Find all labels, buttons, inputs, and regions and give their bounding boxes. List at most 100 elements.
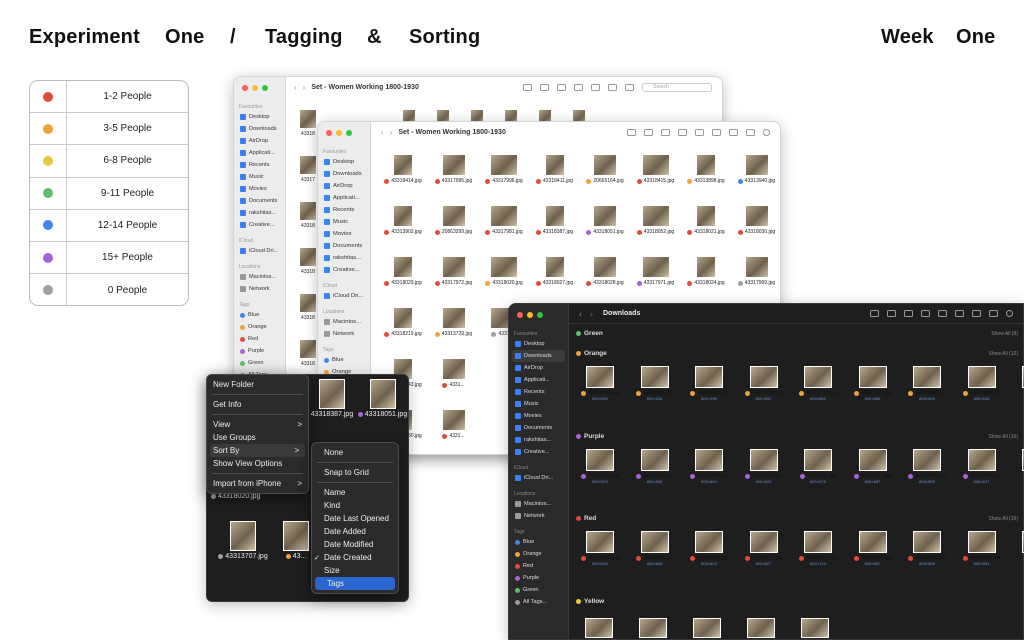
sidebar-item[interactable]: rakshitas... bbox=[509, 434, 568, 446]
sidebar-item[interactable]: AirDrop bbox=[318, 180, 370, 192]
file-item[interactable]: 20665164.jpg bbox=[580, 154, 630, 184]
sort-by-submenu[interactable]: None Snap to Grid Name Kind Date Last Opened… bbox=[311, 442, 399, 594]
sidebar-item[interactable]: Applicati... bbox=[509, 374, 568, 386]
icon-view-icon[interactable] bbox=[523, 83, 532, 91]
sidebar-item[interactable]: Documents bbox=[234, 195, 285, 207]
sidebar-tag-item[interactable]: Orange bbox=[509, 548, 568, 560]
minimize-icon[interactable] bbox=[527, 312, 533, 318]
sidebar-item[interactable]: iCloud Dri... bbox=[509, 472, 568, 484]
file-item[interactable]: 43317971.jpg bbox=[631, 256, 681, 286]
file-item[interactable]: 43318052.jpg bbox=[631, 205, 681, 235]
file-item[interactable]: 4331... bbox=[429, 358, 479, 388]
share-icon[interactable] bbox=[608, 83, 617, 91]
file-item[interactable]: 43313668.jpg 800×990 bbox=[682, 366, 736, 401]
sidebar-item[interactable]: Applicati... bbox=[234, 147, 285, 159]
close-icon[interactable] bbox=[242, 85, 248, 91]
traffic-lights[interactable] bbox=[326, 130, 352, 136]
context-menu[interactable]: New Folder Get Info View > Use Groups Sort By… bbox=[206, 374, 309, 494]
file-item[interactable]: 20665277.jpg 800×570 bbox=[573, 449, 627, 484]
sidebar-item[interactable]: Downloads bbox=[234, 123, 285, 135]
submenu-item[interactable]: Date Last Opened bbox=[312, 512, 398, 525]
submenu-item[interactable]: Kind bbox=[312, 499, 398, 512]
minimize-icon[interactable] bbox=[336, 130, 342, 136]
list-view-icon[interactable] bbox=[887, 310, 896, 317]
sidebar-item[interactable]: Recents bbox=[318, 204, 370, 216]
sidebar-tag-item[interactable]: Red bbox=[234, 333, 285, 345]
column-view-icon[interactable] bbox=[661, 128, 670, 136]
file-item[interactable]: 20863299.jpg bbox=[429, 205, 479, 235]
sidebar-item[interactable]: Creative... bbox=[234, 219, 285, 231]
file-item[interactable]: 43318051.jpg bbox=[580, 205, 630, 235]
zoom-icon[interactable] bbox=[262, 85, 268, 91]
file-item[interactable]: 43317981.jpg 800×951 bbox=[955, 531, 1009, 566]
file-item[interactable]: 43313906.jpg 800×637 bbox=[955, 449, 1009, 484]
submenu-item[interactable]: None bbox=[312, 446, 398, 459]
tag-icon[interactable] bbox=[729, 128, 738, 136]
file-item[interactable]: 20665164.jpg 800×550 bbox=[573, 366, 627, 401]
sidebar-tag-item[interactable]: All Tags... bbox=[509, 596, 568, 608]
search-icon[interactable] bbox=[763, 128, 770, 136]
file-item[interactable]: 43318051.jpg bbox=[355, 379, 408, 418]
sidebar-item[interactable]: Desktop bbox=[318, 156, 370, 168]
sidebar-tag-item[interactable]: Blue bbox=[234, 309, 285, 321]
show-all-link[interactable]: Show All (12) bbox=[989, 351, 1018, 357]
file-item[interactable]: 43317969.jpg bbox=[732, 256, 781, 286]
file-item[interactable]: 20863299.jpg 800×608 bbox=[628, 531, 682, 566]
more-icon[interactable] bbox=[989, 310, 998, 317]
file-item[interactable]: 43313693.jpg 800×623 bbox=[682, 531, 736, 566]
file-item[interactable]: 43318027.jpg bbox=[530, 256, 580, 286]
sidebar-item[interactable]: iCloud Dri... bbox=[234, 245, 285, 257]
sidebar-tag-item[interactable]: Green bbox=[509, 584, 568, 596]
more-icon[interactable] bbox=[746, 128, 755, 136]
file-item[interactable]: 20668108.jpg 800×645 bbox=[573, 531, 627, 566]
file-item[interactable]: 43318387.jpg bbox=[530, 205, 580, 235]
file-item[interactable]: 433... bbox=[1009, 449, 1024, 479]
sidebar-item[interactable]: Movies bbox=[509, 410, 568, 422]
column-view-icon[interactable] bbox=[904, 310, 913, 317]
close-icon[interactable] bbox=[326, 130, 332, 136]
file-item[interactable]: 43318219.jpg bbox=[378, 307, 428, 337]
sidebar-item[interactable]: Creative... bbox=[318, 264, 370, 276]
sidebar-item[interactable]: AirDrop bbox=[509, 362, 568, 374]
menu-item[interactable]: Import from iPhone > bbox=[207, 477, 308, 490]
file-item[interactable]: 43313760.jpg 800×585 bbox=[846, 366, 900, 401]
file-item[interactable]: 43313655.jpg 800×628 bbox=[628, 366, 682, 401]
sidebar-item[interactable]: Documents bbox=[318, 240, 370, 252]
share-icon[interactable] bbox=[712, 128, 721, 136]
list-view-icon[interactable] bbox=[540, 83, 549, 91]
icon-view-icon[interactable] bbox=[627, 128, 636, 136]
file-item[interactable]: 43318029.jpg 800×635 bbox=[955, 366, 1009, 401]
submenu-item[interactable]: ✓ Date Created bbox=[312, 551, 398, 564]
sidebar-item[interactable]: Downloads bbox=[318, 168, 370, 180]
gallery-view-icon[interactable] bbox=[574, 83, 583, 91]
share-icon[interactable] bbox=[955, 310, 964, 317]
file-item[interactable]: 43318411.jpg bbox=[530, 154, 580, 184]
file-item[interactable]: 43313940.jpg bbox=[732, 154, 781, 184]
file-item[interactable]: 43318387.jpg bbox=[307, 379, 357, 418]
show-all-link[interactable]: Show All (19) bbox=[989, 516, 1018, 522]
file-item[interactable]: 43313898.jpg bbox=[681, 154, 731, 184]
back-arrow-icon[interactable]: ‹ bbox=[381, 128, 384, 137]
sidebar-item[interactable]: Macintos... bbox=[234, 271, 285, 283]
forward-arrow-icon[interactable]: › bbox=[590, 309, 593, 319]
forward-arrow-icon[interactable]: › bbox=[390, 128, 393, 137]
sidebar-tag-item[interactable]: Purple bbox=[509, 572, 568, 584]
file-item[interactable]: 43313898.jpg 800×667 bbox=[846, 531, 900, 566]
file-item[interactable]: 43313902.jpg bbox=[378, 205, 428, 235]
search-icon[interactable] bbox=[1006, 310, 1013, 317]
menu-item[interactable]: View > bbox=[207, 418, 308, 431]
menu-item[interactable]: New Folder bbox=[207, 378, 308, 391]
file-item[interactable]: 43313729.jpg 800×650 bbox=[737, 366, 791, 401]
sidebar-item[interactable]: Movies bbox=[234, 183, 285, 195]
sidebar-item[interactable]: Applicati... bbox=[318, 192, 370, 204]
file-item[interactable]: 43313811.jpg 800×578 bbox=[791, 449, 845, 484]
menu-item[interactable]: Sort By > bbox=[210, 444, 305, 457]
file-item[interactable]: 43317996.jpg bbox=[479, 154, 529, 184]
sidebar-item[interactable]: Recents bbox=[509, 386, 568, 398]
tag-icon[interactable] bbox=[625, 83, 634, 91]
sidebar-item[interactable]: Desktop bbox=[509, 338, 568, 350]
submenu-item[interactable]: Date Added bbox=[312, 525, 398, 538]
file-item[interactable]: 43318414.jpg bbox=[378, 154, 428, 184]
sidebar-item[interactable]: Macintos... bbox=[509, 498, 568, 510]
file-item[interactable]: 43313707.jpg bbox=[213, 521, 273, 560]
